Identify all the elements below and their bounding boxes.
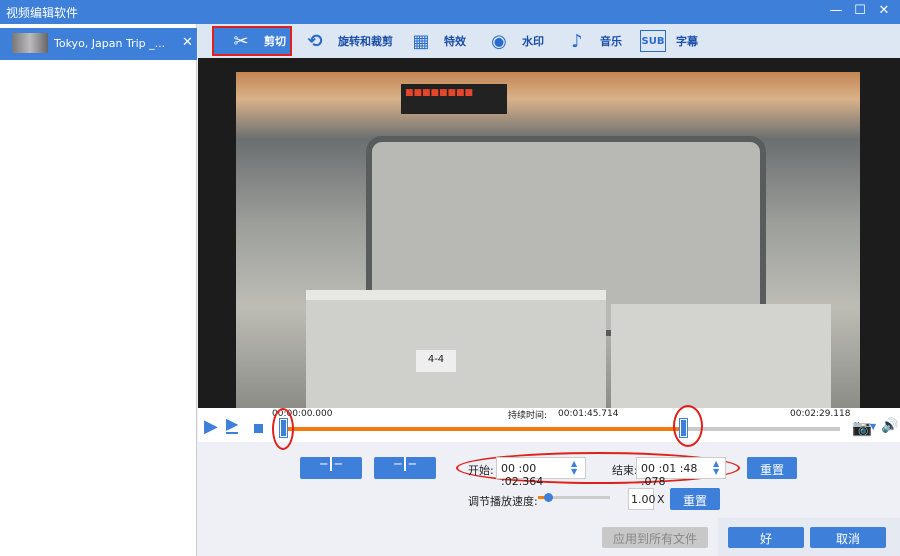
highlight-circle: [673, 405, 703, 447]
cancel-button[interactable]: 取消: [810, 527, 886, 548]
tab-label: 特效: [444, 35, 466, 48]
duration-value: 00:01:45.714: [558, 409, 619, 419]
close-button[interactable]: ✕: [874, 3, 894, 21]
crop-rotate-icon: ⟲: [307, 30, 323, 52]
speed-reset-button[interactable]: 重置: [670, 488, 720, 510]
play-icon[interactable]: ▶: [204, 416, 218, 437]
tab-label: 水印: [522, 35, 544, 48]
subtitle-icon: SUB: [640, 30, 666, 52]
end-label: 结束:: [612, 464, 638, 477]
speed-input[interactable]: 1.00: [628, 488, 656, 510]
stop-icon[interactable]: [254, 424, 263, 433]
speed-slider-thumb[interactable]: [544, 493, 553, 502]
scissors-icon: ✂: [233, 30, 249, 52]
speed-slider[interactable]: [538, 493, 610, 502]
start-spinner[interactable]: ▲ ▼: [571, 460, 577, 476]
minimize-button[interactable]: —: [826, 3, 846, 21]
start-time-value: 00 :00 :02.364: [501, 462, 544, 488]
end-spinner[interactable]: ▲ ▼: [713, 460, 719, 476]
watermark-icon: ◉: [491, 30, 507, 52]
set-end-button[interactable]: ─┃─: [374, 457, 436, 479]
file-name: Tokyo, Japan Trip _...: [54, 37, 166, 50]
tab-label: 音乐: [600, 35, 622, 48]
end-time: 00:02:29.118: [790, 409, 851, 419]
platform-sign: 4-4: [416, 350, 456, 372]
file-list-item[interactable]: Tokyo, Japan Trip _... ✕: [0, 28, 197, 60]
tab-rotate-crop[interactable]: ⟲ 旋转和裁剪: [302, 26, 393, 56]
video-frame: ■■■■■■■■ 4-4: [236, 72, 860, 408]
station-sign: ■■■■■■■■: [401, 84, 507, 114]
snapshot-icon[interactable]: 📷: [852, 418, 872, 437]
ok-button[interactable]: 好: [728, 527, 804, 548]
tab-effects[interactable]: ▦ 特效: [408, 26, 466, 56]
tab-label: 旋转和裁剪: [338, 35, 393, 48]
volume-icon[interactable]: 🔊: [881, 418, 898, 434]
duration-label: 持续时间:: [508, 411, 548, 421]
speed-label: 调节播放速度:: [468, 495, 538, 508]
start-label: 开始:: [468, 464, 494, 477]
player-controls: ▶ ▶ 00:00:00.000 持续时间: 00:01:45.714 00:0…: [198, 408, 900, 442]
trim-reset-button[interactable]: 重置: [747, 457, 797, 479]
edit-tabs: ✂ 剪切 ⟲ 旋转和裁剪 ▦ 特效 ◉ 水印 ♪ 音乐 SUB 字幕: [198, 24, 900, 58]
file-list: Tokyo, Japan Trip _... ✕: [0, 24, 197, 556]
effects-icon: ▦: [412, 30, 430, 52]
music-icon: ♪: [571, 30, 583, 52]
tab-label: 字幕: [676, 35, 698, 48]
title-bar: 视频编辑软件 — ☐ ✕: [0, 0, 900, 24]
tab-subtitle[interactable]: SUB 字幕: [640, 26, 698, 56]
window-title: 视频编辑软件: [6, 6, 79, 20]
tab-label: 剪切: [264, 35, 286, 48]
play-from-start-icon[interactable]: ▶: [226, 416, 239, 434]
remove-file-icon[interactable]: ✕: [182, 35, 193, 50]
set-start-icon: ─┃─: [320, 457, 342, 471]
chevron-down-icon[interactable]: ▼: [870, 422, 876, 431]
set-end-icon: ─┃─: [394, 457, 416, 471]
maximize-button[interactable]: ☐: [850, 3, 870, 21]
platform-barrier-right: [611, 304, 831, 408]
video-preview: ■■■■■■■■ 4-4: [198, 58, 900, 408]
timeline-track[interactable]: [279, 418, 840, 438]
apply-all-button[interactable]: 应用到所有文件: [602, 527, 708, 548]
platform-barrier: 4-4: [306, 290, 606, 408]
speed-unit: X: [657, 493, 665, 506]
highlight-circle: [272, 408, 294, 450]
tab-cut[interactable]: ✂ 剪切: [212, 26, 292, 56]
speed-value: 1.00: [631, 493, 656, 506]
tab-watermark[interactable]: ◉ 水印: [486, 26, 544, 56]
video-thumbnail: [12, 33, 48, 53]
trim-range: [284, 427, 685, 431]
tab-music[interactable]: ♪ 音乐: [564, 26, 622, 56]
end-time-value: 00 :01 :48 .078: [641, 462, 698, 488]
set-start-button[interactable]: ─┃─: [300, 457, 362, 479]
